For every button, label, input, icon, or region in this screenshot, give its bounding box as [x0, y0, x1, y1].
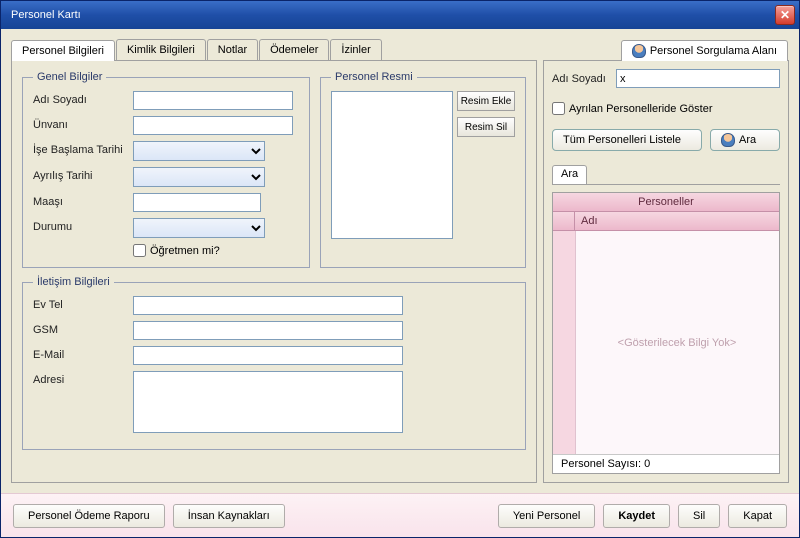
personel-resmi-fieldset: Personel Resmi Resim Ekle Resim Sil: [320, 71, 526, 268]
email-input[interactable]: [133, 346, 403, 365]
tab-odemeler[interactable]: Ödemeler: [259, 39, 329, 60]
genel-bilgiler-legend: Genel Bilgiler: [33, 71, 106, 83]
tab-notlar[interactable]: Notlar: [207, 39, 258, 60]
sil-button[interactable]: Sil: [678, 504, 720, 528]
search-adi-soyadi-input[interactable]: [616, 69, 780, 88]
tab-pane-personel: Genel Bilgiler Adı Soyadı Ünvanı İşe Baş…: [11, 61, 537, 483]
personel-karti-window: Personel Kartı ✕ Personel Bilgileri Kiml…: [0, 0, 800, 538]
email-label: E-Mail: [33, 346, 133, 361]
kaydet-button[interactable]: Kaydet: [603, 504, 670, 528]
ise-baslama-label: İşe Başlama Tarihi: [33, 141, 133, 156]
grid-footer: Personel Sayısı: 0: [553, 454, 779, 473]
ara-subtab[interactable]: Ara: [552, 165, 587, 184]
tab-kimlik-bilgileri[interactable]: Kimlik Bilgileri: [116, 39, 206, 60]
ayrilan-goster-label: Ayrılan Personelleride Göster: [569, 103, 712, 115]
resim-preview: [331, 91, 453, 239]
unvani-input[interactable]: [133, 116, 293, 135]
titlebar: Personel Kartı ✕: [1, 1, 799, 29]
resim-sil-button[interactable]: Resim Sil: [457, 117, 515, 137]
genel-bilgiler-fieldset: Genel Bilgiler Adı Soyadı Ünvanı İşe Baş…: [22, 71, 310, 268]
evtel-input[interactable]: [133, 296, 403, 315]
personel-sorgulama-pane: Adı Soyadı Ayrılan Personelleride Göster…: [543, 61, 789, 483]
search-person-icon: [721, 133, 735, 147]
maasi-label: Maaşı: [33, 193, 133, 208]
durumu-label: Durumu: [33, 218, 133, 233]
adi-soyadi-input[interactable]: [133, 91, 293, 110]
odeme-raporu-button[interactable]: Personel Ödeme Raporu: [13, 504, 165, 528]
content-area: Personel Bilgileri Kimlik Bilgileri Notl…: [1, 29, 799, 493]
tum-listele-label: Tüm Personelleri Listele: [563, 134, 681, 146]
tum-listele-button[interactable]: Tüm Personelleri Listele: [552, 129, 702, 151]
resim-ekle-button[interactable]: Resim Ekle: [457, 91, 515, 111]
ogretmen-checkbox[interactable]: [133, 244, 146, 257]
ara-button[interactable]: Ara: [710, 129, 780, 151]
gsm-label: GSM: [33, 321, 133, 336]
bottom-bar: Personel Ödeme Raporu İnsan Kaynakları Y…: [1, 493, 799, 537]
ayrilis-select[interactable]: [133, 167, 265, 187]
grid-columns: Adı: [553, 212, 779, 231]
ayrilis-label: Ayrılış Tarihi: [33, 167, 133, 182]
ise-baslama-select[interactable]: [133, 141, 265, 161]
yeni-personel-button[interactable]: Yeni Personel: [498, 504, 595, 528]
personeller-grid: Personeller Adı <Gösterilecek Bilgi Yok>…: [552, 192, 780, 474]
kapat-button[interactable]: Kapat: [728, 504, 787, 528]
personel-resmi-legend: Personel Resmi: [331, 71, 417, 83]
ara-tabrow: Ara: [552, 165, 780, 185]
adresi-label: Adresi: [33, 371, 133, 386]
adresi-input[interactable]: [133, 371, 403, 433]
right-column: Personel Sorgulama Alanı Adı Soyadı Ayrı…: [543, 39, 789, 483]
tab-izinler[interactable]: İzinler: [330, 39, 381, 60]
window-title: Personel Kartı: [11, 9, 81, 21]
ara-label: Ara: [739, 134, 756, 146]
person-icon: [632, 44, 646, 58]
adi-soyadi-label: Adı Soyadı: [33, 91, 133, 106]
iletisim-fieldset: İletişim Bilgileri Ev Tel GSM E-Mail: [22, 276, 526, 450]
maasi-input[interactable]: [133, 193, 261, 212]
grid-title: Personeller: [553, 193, 779, 212]
iletisim-legend: İletişim Bilgileri: [33, 276, 114, 288]
genel-resim-row: Genel Bilgiler Adı Soyadı Ünvanı İşe Baş…: [22, 71, 526, 268]
tab-personel-sorgulama[interactable]: Personel Sorgulama Alanı: [621, 40, 788, 61]
search-adi-soyadi-label: Adı Soyadı: [552, 73, 610, 85]
personel-sorgulama-label: Personel Sorgulama Alanı: [650, 45, 777, 57]
insan-kaynaklari-button[interactable]: İnsan Kaynakları: [173, 504, 285, 528]
ayrilan-goster-checkbox[interactable]: [552, 102, 565, 115]
grid-col-adi[interactable]: Adı: [575, 212, 779, 230]
right-tabrow: Personel Sorgulama Alanı: [543, 39, 789, 61]
evtel-label: Ev Tel: [33, 296, 133, 311]
grid-empty-text: <Gösterilecek Bilgi Yok>: [618, 337, 737, 349]
grid-body: <Gösterilecek Bilgi Yok>: [553, 231, 779, 454]
close-button[interactable]: ✕: [775, 5, 795, 25]
ogretmen-label: Öğretmen mi?: [150, 245, 220, 257]
tabs: Personel Bilgileri Kimlik Bilgileri Notl…: [11, 39, 537, 61]
left-column: Personel Bilgileri Kimlik Bilgileri Notl…: [11, 39, 537, 483]
grid-row-selector-header: [553, 212, 575, 230]
durumu-select[interactable]: [133, 218, 265, 238]
tab-personel-bilgileri[interactable]: Personel Bilgileri: [11, 40, 115, 61]
unvani-label: Ünvanı: [33, 116, 133, 131]
gsm-input[interactable]: [133, 321, 403, 340]
